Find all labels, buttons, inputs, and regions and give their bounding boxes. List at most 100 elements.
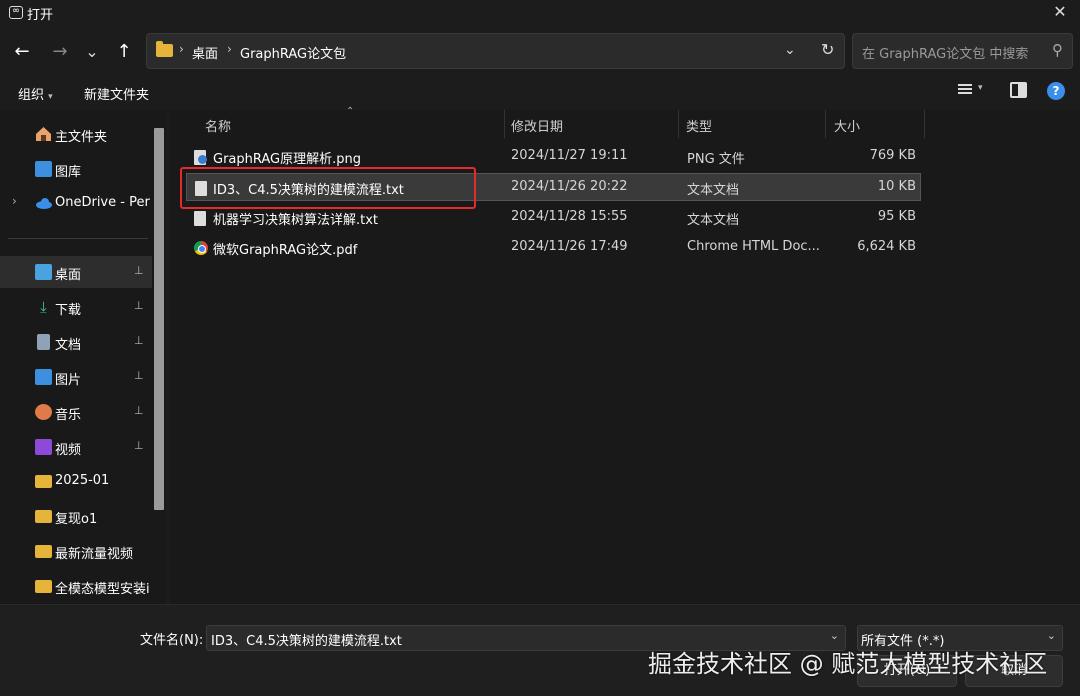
document-icon: [37, 334, 50, 350]
column-divider[interactable]: [825, 110, 826, 138]
column-header-size[interactable]: 大小: [834, 116, 860, 135]
up-button[interactable]: ↑: [112, 39, 136, 63]
column-divider[interactable]: [678, 110, 679, 138]
column-divider[interactable]: [924, 110, 925, 138]
breadcrumb-chevron-icon: ›: [179, 42, 184, 56]
folder-icon: [35, 580, 52, 593]
sidebar-item-folder[interactable]: 2025-01: [0, 465, 152, 497]
address-dropdown-icon[interactable]: ⌄: [784, 42, 796, 58]
refresh-icon[interactable]: ↻: [821, 40, 834, 59]
expand-chevron-icon[interactable]: ›: [12, 194, 17, 208]
gallery-icon: [35, 161, 52, 177]
column-divider[interactable]: [504, 110, 505, 138]
file-size: 6,624 KB: [857, 239, 916, 254]
back-arrow-icon: ←: [14, 40, 30, 62]
image-file-icon: [194, 150, 207, 165]
file-name: 机器学习决策树算法详解.txt: [213, 213, 379, 228]
download-icon: ⤓: [40, 298, 47, 316]
sidebar-item-label: 主文件夹: [55, 130, 108, 145]
forward-button[interactable]: →: [48, 39, 72, 63]
sidebar-item-label: 图库: [55, 165, 82, 180]
close-icon[interactable]: ✕: [1050, 2, 1070, 21]
folder-icon: [35, 475, 52, 488]
folder-icon: [156, 41, 173, 57]
sidebar-scrollbar[interactable]: [154, 128, 164, 510]
app-icon: ∞: [9, 6, 23, 19]
file-type: Chrome HTML Doc...: [687, 239, 820, 254]
breadcrumb-chevron-icon: ›: [227, 42, 232, 56]
help-icon[interactable]: ?: [1047, 82, 1065, 100]
view-options-icon[interactable]: ▾: [956, 82, 983, 98]
sidebar-item-pictures[interactable]: 图片 ⊥: [0, 361, 152, 393]
back-button[interactable]: ←: [10, 39, 34, 63]
sidebar-item-label: 最新流量视频: [55, 547, 134, 562]
preview-pane-icon[interactable]: [1010, 82, 1027, 98]
address-bar[interactable]: › 桌面 › GraphRAG论文包 ⌄ ↻: [146, 33, 845, 69]
file-name: GraphRAG原理解析.png: [213, 152, 361, 167]
sidebar-item-label: 复现o1: [55, 512, 98, 527]
sidebar-item-folder[interactable]: 最新流量视频: [0, 535, 152, 567]
sidebar-item-folder[interactable]: 全模态模型安装i: [0, 570, 152, 602]
chevron-down-icon: ⌄: [1046, 629, 1056, 642]
desktop-icon: [35, 264, 52, 280]
file-type: PNG 文件: [687, 152, 745, 167]
organize-button[interactable]: 组织 ▾: [18, 84, 53, 103]
sidebar-divider: [8, 238, 148, 239]
sidebar-item-home[interactable]: 主文件夹: [0, 118, 152, 150]
file-size: 769 KB: [869, 148, 916, 163]
pin-icon[interactable]: ⊥: [134, 439, 144, 452]
file-type: 文本文档: [687, 183, 740, 198]
pin-icon[interactable]: ⊥: [134, 264, 144, 277]
column-header-modified[interactable]: 修改日期: [511, 116, 563, 135]
sidebar-item-folder[interactable]: 复现o1: [0, 500, 152, 532]
file-name: 微软GraphRAG论文.pdf: [213, 243, 358, 258]
cloud-icon: [35, 195, 52, 211]
sidebar-item-label: OneDrive - Per: [55, 195, 150, 210]
sidebar-item-videos[interactable]: 视频 ⊥: [0, 431, 152, 463]
column-header-type[interactable]: 类型: [686, 116, 712, 135]
window-title: 打开: [27, 8, 54, 23]
folder-icon: [35, 510, 52, 523]
pin-icon[interactable]: ⊥: [134, 334, 144, 347]
column-header-name[interactable]: 名称: [205, 116, 231, 135]
title-bar: ∞ 打开 ✕: [0, 0, 1080, 26]
music-icon: [35, 404, 52, 420]
chrome-icon: [194, 241, 208, 255]
highlight-box: [180, 167, 476, 209]
file-size: 10 KB: [877, 179, 916, 194]
table-row[interactable]: 微软GraphRAG论文.pdf 2024/11/26 17:49 Chrome…: [186, 234, 921, 262]
chevron-down-icon[interactable]: ⌄: [830, 629, 839, 642]
breadcrumb-desktop[interactable]: 桌面: [192, 43, 218, 62]
video-icon: [35, 439, 52, 455]
up-arrow-icon: ↑: [116, 40, 132, 62]
recent-locations-button[interactable]: ⌄: [80, 39, 104, 63]
pin-icon[interactable]: ⊥: [134, 299, 144, 312]
search-box[interactable]: 在 GraphRAG论文包 中搜索 ⚲: [852, 33, 1073, 69]
sidebar-item-onedrive[interactable]: › OneDrive - Per: [0, 187, 152, 219]
new-folder-button[interactable]: 新建文件夹: [84, 84, 149, 103]
search-placeholder: 在 GraphRAG论文包 中搜索: [862, 47, 1029, 62]
forward-arrow-icon: →: [52, 40, 68, 62]
organize-label: 组织: [18, 88, 45, 103]
sidebar-item-label: 全模态模型安装i: [55, 582, 150, 597]
sidebar-item-label: 2025-01: [55, 473, 110, 488]
pin-icon[interactable]: ⊥: [134, 404, 144, 417]
text-file-icon: [194, 211, 206, 226]
sidebar-item-documents[interactable]: 文档 ⊥: [0, 326, 152, 358]
sidebar-item-downloads[interactable]: ⤓ 下载 ⊥: [0, 291, 152, 323]
sidebar-item-music[interactable]: 音乐 ⊥: [0, 396, 152, 428]
filename-label: 文件名(N):: [140, 633, 204, 648]
filename-value: ID3、C4.5决策树的建模流程.txt: [211, 634, 402, 649]
search-icon[interactable]: ⚲: [1052, 41, 1063, 59]
chevron-down-icon: ⌄: [85, 41, 99, 61]
navigation-sidebar: 主文件夹 图库 › OneDrive - Per 桌面 ⊥ ⤓ 下载 ⊥ 文档 …: [0, 110, 166, 604]
breadcrumb-current-folder[interactable]: GraphRAG论文包: [240, 43, 346, 62]
sort-ascending-icon: ⌃: [346, 106, 355, 117]
file-modified: 2024/11/26 17:49: [511, 239, 628, 254]
sidebar-item-gallery[interactable]: 图库: [0, 153, 152, 185]
file-type: 文本文档: [687, 213, 740, 228]
folder-icon: [35, 545, 52, 558]
sidebar-item-desktop[interactable]: 桌面 ⊥: [0, 256, 152, 288]
pin-icon[interactable]: ⊥: [134, 369, 144, 382]
file-size: 95 KB: [877, 209, 916, 224]
